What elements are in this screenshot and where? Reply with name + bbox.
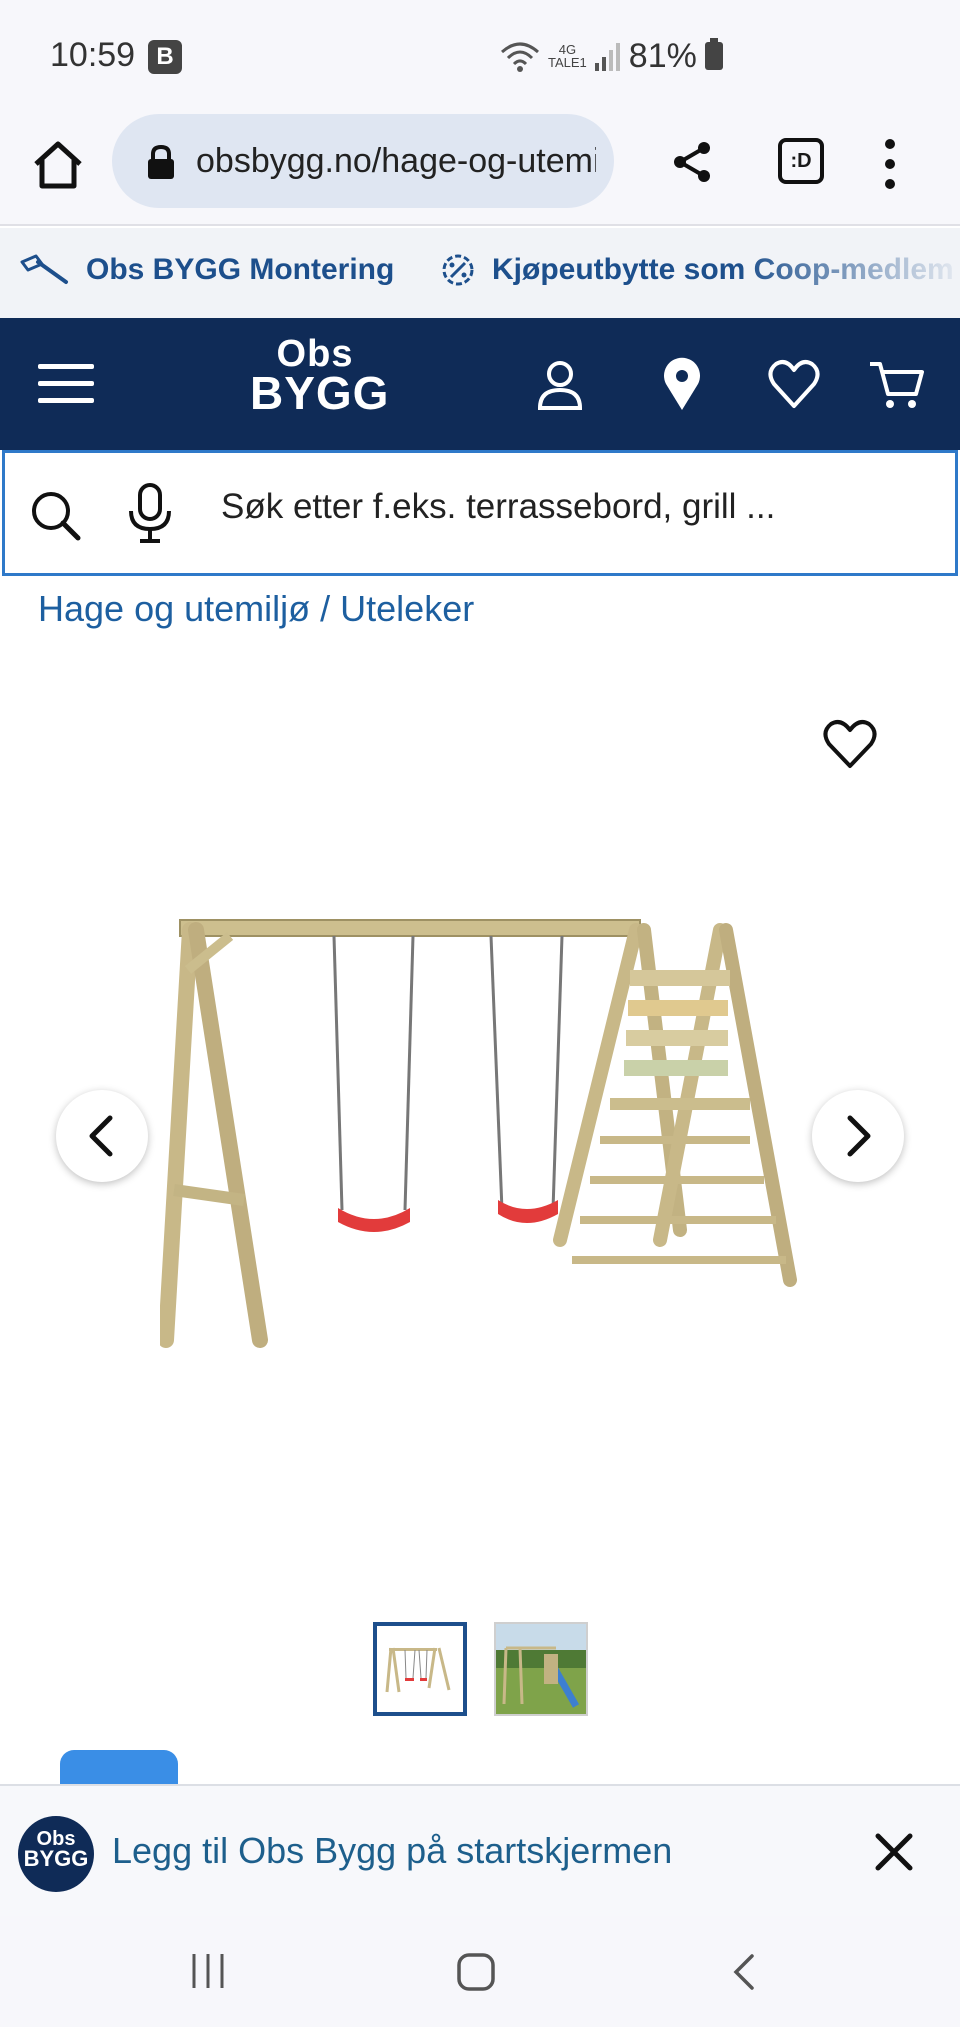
breadcrumb: Hage og utemiljø / Uteleker [38,588,474,630]
promo-strip: Obs BYGG Montering Kjøpeutbytte som Coop… [0,228,960,318]
location-pin-icon[interactable] [654,356,710,412]
url-text: obsbygg.no/hage-og-utemiljo/uteleker [196,142,596,180]
more-options-icon[interactable] [880,136,900,192]
search-bar [2,450,958,576]
home-button-icon[interactable] [456,1952,496,1992]
back-icon[interactable] [730,1952,758,1992]
search-input[interactable] [221,487,921,527]
search-icon[interactable] [29,489,81,541]
breadcrumb-separator: / [310,588,341,629]
add-to-favorites-heart-icon[interactable] [820,716,880,772]
thumbnail-2[interactable] [494,1622,588,1716]
android-navigation-bar [0,1916,960,2027]
thumbnail-garden-photo [496,1624,586,1714]
thumbnail-swing-set-image [377,1626,463,1712]
next-image-button[interactable] [812,1090,904,1182]
lock-icon [148,144,174,179]
close-icon[interactable] [874,1832,914,1872]
hammer-icon [20,254,68,284]
network-type: 4G TALE1 [548,42,587,70]
status-bar: 10:59 B 4G TALE1 81% [0,0,960,110]
notification-badge: B [148,40,182,74]
previous-image-button[interactable] [56,1090,148,1182]
promo-montering[interactable]: Obs BYGG Montering [18,252,394,288]
status-indicators: 4G TALE1 81% [500,36,723,76]
battery-icon [704,38,723,70]
signal-icon [594,43,620,71]
status-time: 10:59 [50,36,136,74]
add-to-homescreen-banner[interactable]: Obs BYGG Legg til Obs Bygg på startskjer… [0,1784,960,1916]
site-header: Obs BYGG [0,318,960,450]
install-banner-text[interactable]: Legg til Obs Bygg på startskjermen [112,1830,672,1872]
cart-icon[interactable] [868,356,924,412]
percent-badge-icon [442,254,474,286]
tab-switcher-icon[interactable]: :D [778,138,824,184]
menu-icon[interactable] [38,362,94,406]
account-icon[interactable] [532,356,588,412]
share-icon[interactable] [668,138,716,186]
browser-toolbar: obsbygg.no/hage-og-utemiljo/uteleker :D [0,110,960,226]
chevron-right-icon [847,1115,871,1157]
thumbnail-1[interactable] [373,1622,467,1716]
microphone-icon[interactable] [125,483,175,545]
install-banner-logo: Obs BYGG [18,1816,94,1892]
battery-percentage: 81% [628,36,697,75]
breadcrumb-current-link[interactable]: Uteleker [340,588,474,629]
promo-fade [740,228,960,318]
recent-apps-icon[interactable] [190,1952,226,1990]
wishlist-heart-icon[interactable] [766,356,822,412]
chevron-left-icon [89,1115,113,1157]
wifi-icon [501,42,539,72]
home-icon[interactable] [30,136,86,192]
breadcrumb-parent-link[interactable]: Hage og utemiljø [38,588,310,629]
site-logo[interactable]: Obs BYGG [250,335,388,416]
promo-label: Obs BYGG Montering [86,253,395,286]
address-bar[interactable]: obsbygg.no/hage-og-utemiljo/uteleker [112,114,614,208]
product-image-swing-set [160,919,797,1348]
